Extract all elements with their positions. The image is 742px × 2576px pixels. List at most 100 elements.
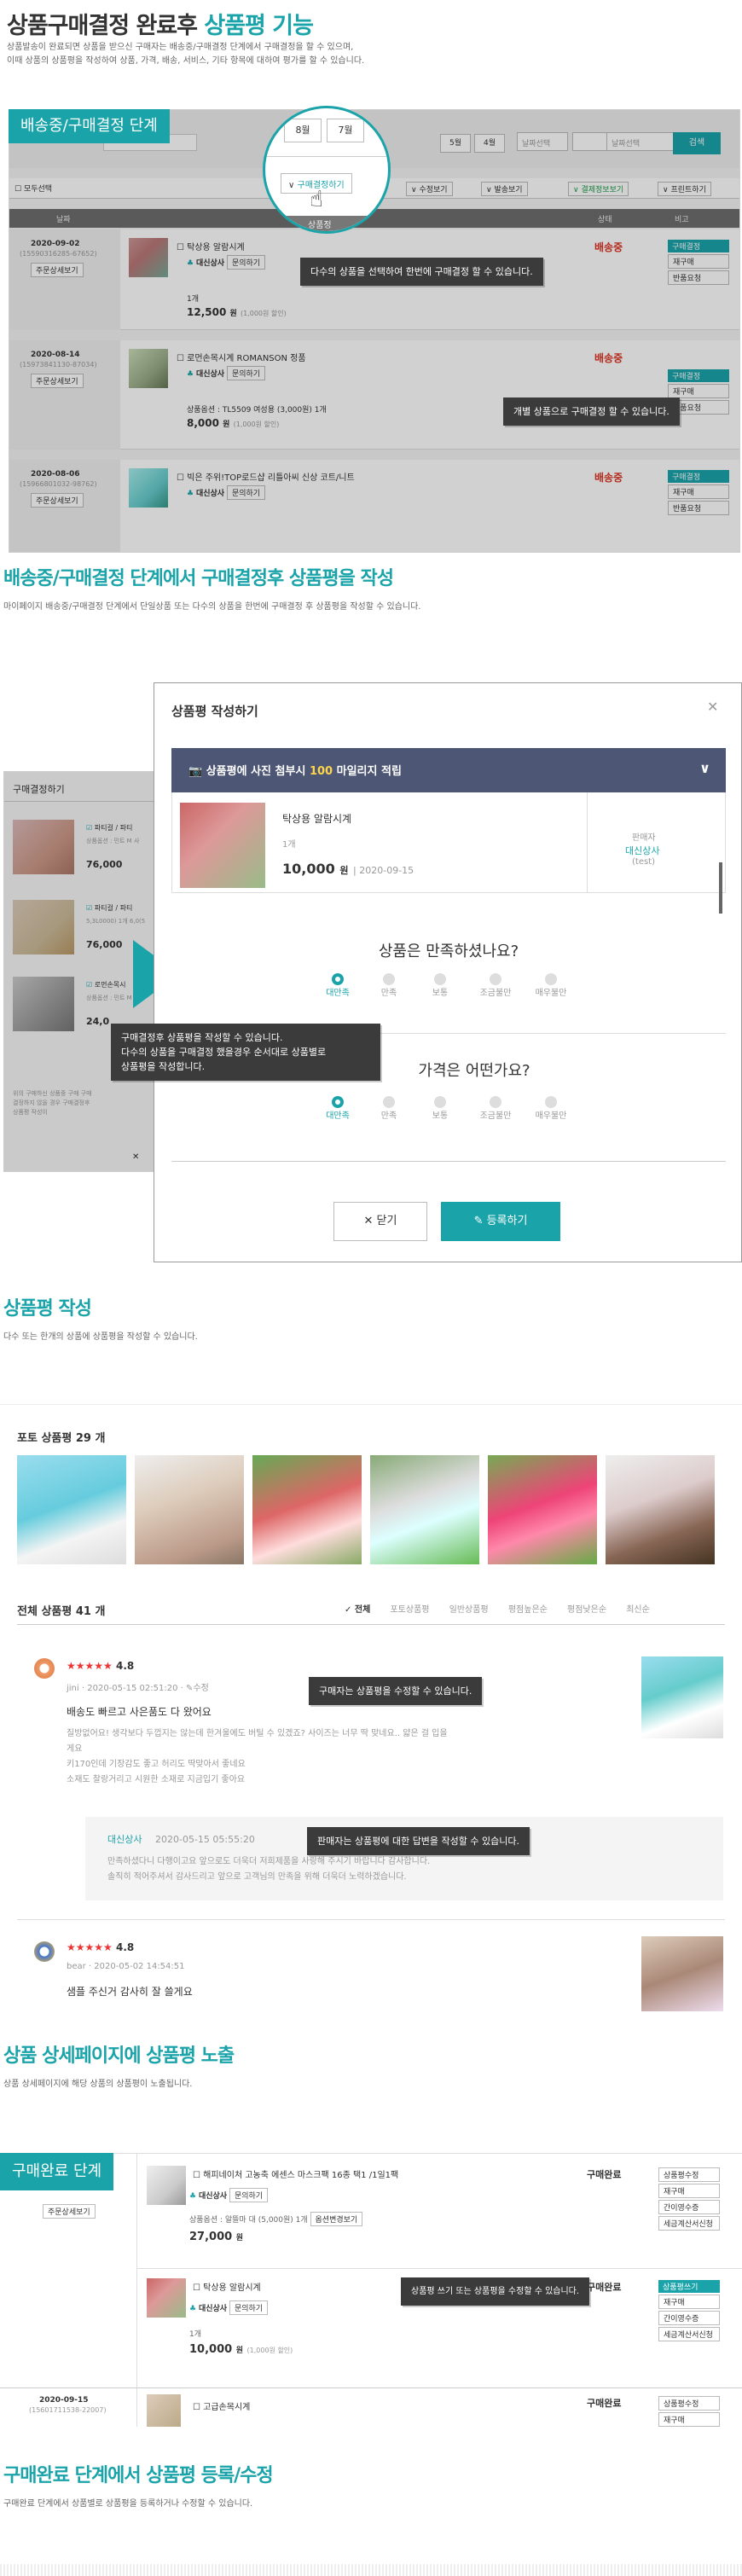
product-thumbnail[interactable] [147, 2166, 186, 2205]
month-8-button[interactable]: 8월 [284, 119, 322, 142]
month-7-button[interactable]: 7월 [327, 119, 364, 142]
radio-option[interactable] [332, 1096, 344, 1108]
order-actions: 상품평쓰기 재구매 간이영수증 세금계산서신청 [658, 2280, 720, 2341]
review-photo[interactable] [641, 1936, 723, 2011]
repurchase-button[interactable]: 재구매 [658, 2184, 720, 2198]
photo-review-thumb[interactable] [17, 1455, 126, 1564]
radio-option[interactable] [490, 973, 501, 985]
section-desc: 상품 상세페이지에 해당 상품의 상품평이 노출됩니다. [3, 2080, 193, 2089]
section-desc: 마이페이지 배송중/구매결정 단계에서 단일상품 또는 다수의 상품을 한번에 … [3, 602, 421, 612]
repurchase-button[interactable]: 재구매 [658, 2412, 720, 2427]
review-photo[interactable] [641, 1656, 723, 1738]
inquiry-button[interactable]: 문의하기 [229, 2188, 269, 2202]
order-actions: 상품평수정 재구매 간이영수증 세금계산서신청 [658, 2167, 720, 2231]
review-rating: ★★★★★ 4.8 [67, 1941, 135, 1953]
radio-option[interactable] [383, 973, 395, 985]
review-rating: ★★★★★ 4.8 [67, 1660, 135, 1672]
receipt-button[interactable]: 간이영수증 [658, 2200, 720, 2214]
submit-review-button[interactable]: ✎ 등록하기 [441, 1202, 560, 1241]
modal-title: 상품평 작성하기 [171, 704, 258, 719]
section-title: 상품평 작성 [3, 1298, 92, 1320]
photo-review-thumb[interactable] [488, 1455, 597, 1564]
cursor-hand-icon: ☝ [310, 187, 323, 212]
inquiry-button[interactable]: 문의하기 [229, 2300, 269, 2315]
photo-review-thumb[interactable] [252, 1455, 362, 1564]
product-thumbnail[interactable] [147, 2394, 181, 2427]
magnifier: 8월 7월 ∨ 구매결정하기 ☝ 상품정 [263, 106, 391, 234]
radio-option[interactable] [490, 1096, 501, 1108]
filter-latest[interactable]: 최신순 [626, 1605, 650, 1615]
photo-review-thumb[interactable] [135, 1455, 244, 1564]
write-review-button[interactable]: 상품평쓰기 [658, 2280, 720, 2293]
photo-review-thumb[interactable] [370, 1455, 479, 1564]
product-name[interactable]: ☐ 고급손목시계 [193, 2399, 250, 2412]
tax-invoice-button[interactable]: 세금계산서신청 [658, 2216, 720, 2231]
filter-photo[interactable]: 포토상품평 [390, 1605, 429, 1615]
order-date: 2020-09-15 [39, 2396, 89, 2405]
radio-option[interactable] [545, 973, 557, 985]
product-thumbnail [180, 803, 265, 888]
section-title: 상품 상세페이지에 상품평 노출 [3, 2045, 235, 2067]
completed-order-panel: 주문상세보기 ☐ 해피네이처 고농축 에센스 마스크팩 16종 택1 /1일1팩… [0, 2153, 742, 2427]
filter-rating-low[interactable]: 평점낮은순 [567, 1605, 606, 1615]
section-title: 배송중/구매결정 단계에서 구매결정후 상품평을 작성 [3, 568, 394, 589]
product-name: 탁상용 알람시계 [282, 813, 352, 825]
review-title: 배송도 빠르고 사은품도 다 왔어요 [67, 1706, 212, 1718]
tax-invoice-button[interactable]: 세금계산서신청 [658, 2327, 720, 2341]
edit-review-button[interactable]: 상품평수정 [658, 2167, 720, 2182]
product-thumbnail[interactable] [147, 2278, 186, 2318]
section-desc: 다수 또는 한개의 상품에 상품평을 작성할 수 있습니다. [3, 1332, 198, 1342]
rating-price: 대만족 만족 보통 조금불만 매우불만 [316, 1096, 589, 1134]
order-actions: 상품평수정 재구매 [658, 2396, 720, 2427]
review-meta: bear · 2020-05-02 14:54:51 [67, 1962, 185, 1971]
review-meta: jini · 2020-05-15 02:51:20 · ✎수정 [67, 1684, 209, 1693]
avatar [34, 1941, 55, 1962]
filter-normal[interactable]: 일반상품평 [449, 1605, 489, 1615]
review-title: 샘플 주신거 감사히 잘 쓸게요 [67, 1986, 193, 1998]
filter-all[interactable]: ✓ 전체 [345, 1605, 370, 1615]
radio-option[interactable] [545, 1096, 557, 1108]
stage-tag: 배송중/구매결정 단계 [9, 109, 170, 143]
order-number: (15601711538-22007) [29, 2406, 107, 2414]
order-state: 구매완료 [587, 2282, 622, 2293]
question-product: 상품은 만족하셨나요? [378, 943, 519, 960]
radio-option[interactable] [332, 973, 344, 985]
edit-link[interactable]: ✎수정 [186, 1684, 209, 1693]
tooltip-review-write-edit: 상품평 쓰기 또는 상품평을 수정할 수 있습니다. [401, 2277, 590, 2306]
intro-text: 상품발송이 완료되면 상품을 받으신 구매자는 배송중/구매결정 단계에서 구매… [7, 43, 365, 66]
product-name[interactable]: ☐ 탁상용 알람시계 [193, 2280, 261, 2293]
seller-name: ♣ 대신상사 문의하기 [189, 2188, 269, 2202]
edit-review-button[interactable]: 상품평수정 [658, 2396, 720, 2411]
radio-option[interactable] [434, 973, 446, 985]
tooltip-seller-reply: 판매자는 상품평에 대한 답변을 작성할 수 있습니다. [307, 1827, 530, 1855]
chevron-down-icon[interactable]: ∨ [699, 760, 710, 776]
tooltip-write-review: 구매결정후 상품평을 작성할 수 있습니다. 다수의 상품을 구매결정 했을경우… [111, 1024, 380, 1081]
mileage-banner[interactable]: 📷 상품평에 사진 첨부시 100 마일리지 적립 ∨ [171, 748, 726, 792]
order-detail-button[interactable]: 주문상세보기 [43, 2204, 96, 2219]
seller-link[interactable]: 대신상사 [625, 844, 659, 857]
section-title: 구매완료 단계에서 상품평 등록/수정 [3, 2465, 274, 2486]
option-change-button[interactable]: 옵션변경보기 [310, 2212, 363, 2226]
photo-review-thumb[interactable] [606, 1455, 715, 1564]
radio-option[interactable] [434, 1096, 446, 1108]
radio-option[interactable] [383, 1096, 395, 1108]
receipt-button[interactable]: 간이영수증 [658, 2311, 720, 2325]
photo-review-count: 포토 상품평 29 개 [17, 1432, 106, 1445]
rating-product: 대만족 만족 보통 조금불만 매우불만 [316, 973, 589, 1011]
repurchase-button[interactable]: 재구매 [658, 2295, 720, 2309]
page-title: 상품구매결정 완료후 상품평 기능 [7, 13, 314, 39]
product-name[interactable]: ☐ 해피네이처 고농축 에센스 마스크팩 16종 택1 /1일1팩 [193, 2167, 398, 2180]
camera-icon: 📷 [188, 765, 203, 778]
tooltip-edit-review: 구매자는 상품평을 수정할 수 있습니다. [309, 1677, 483, 1705]
close-button[interactable]: ✕ 닫기 [333, 1202, 427, 1241]
close-icon[interactable]: ✕ [707, 699, 718, 715]
seller-name: ♣ 대신상사 문의하기 [189, 2300, 269, 2315]
section-desc: 구매완료 단계에서 상품별로 상품평을 등록하거나 수정할 수 있습니다. [3, 2499, 253, 2509]
filter-rating-high[interactable]: 평점높은순 [508, 1605, 548, 1615]
review-modal: 상품평 작성하기 ✕ 📷 상품평에 사진 첨부시 100 마일리지 적립 ∨ 탁… [154, 682, 742, 1262]
stage-tag: 구매완료 단계 [0, 2153, 114, 2190]
order-state: 구매완료 [587, 2398, 622, 2409]
footer-divider [0, 2564, 742, 2576]
review-body: 질방없어요! 생각보다 두껍지는 않는데 한겨울에도 버틸 수 있겠죠? 사이즈… [67, 1729, 448, 1784]
tooltip-multi-confirm: 다수의 상품을 선택하여 한번에 구매결정 할 수 있습니다. [300, 258, 543, 286]
